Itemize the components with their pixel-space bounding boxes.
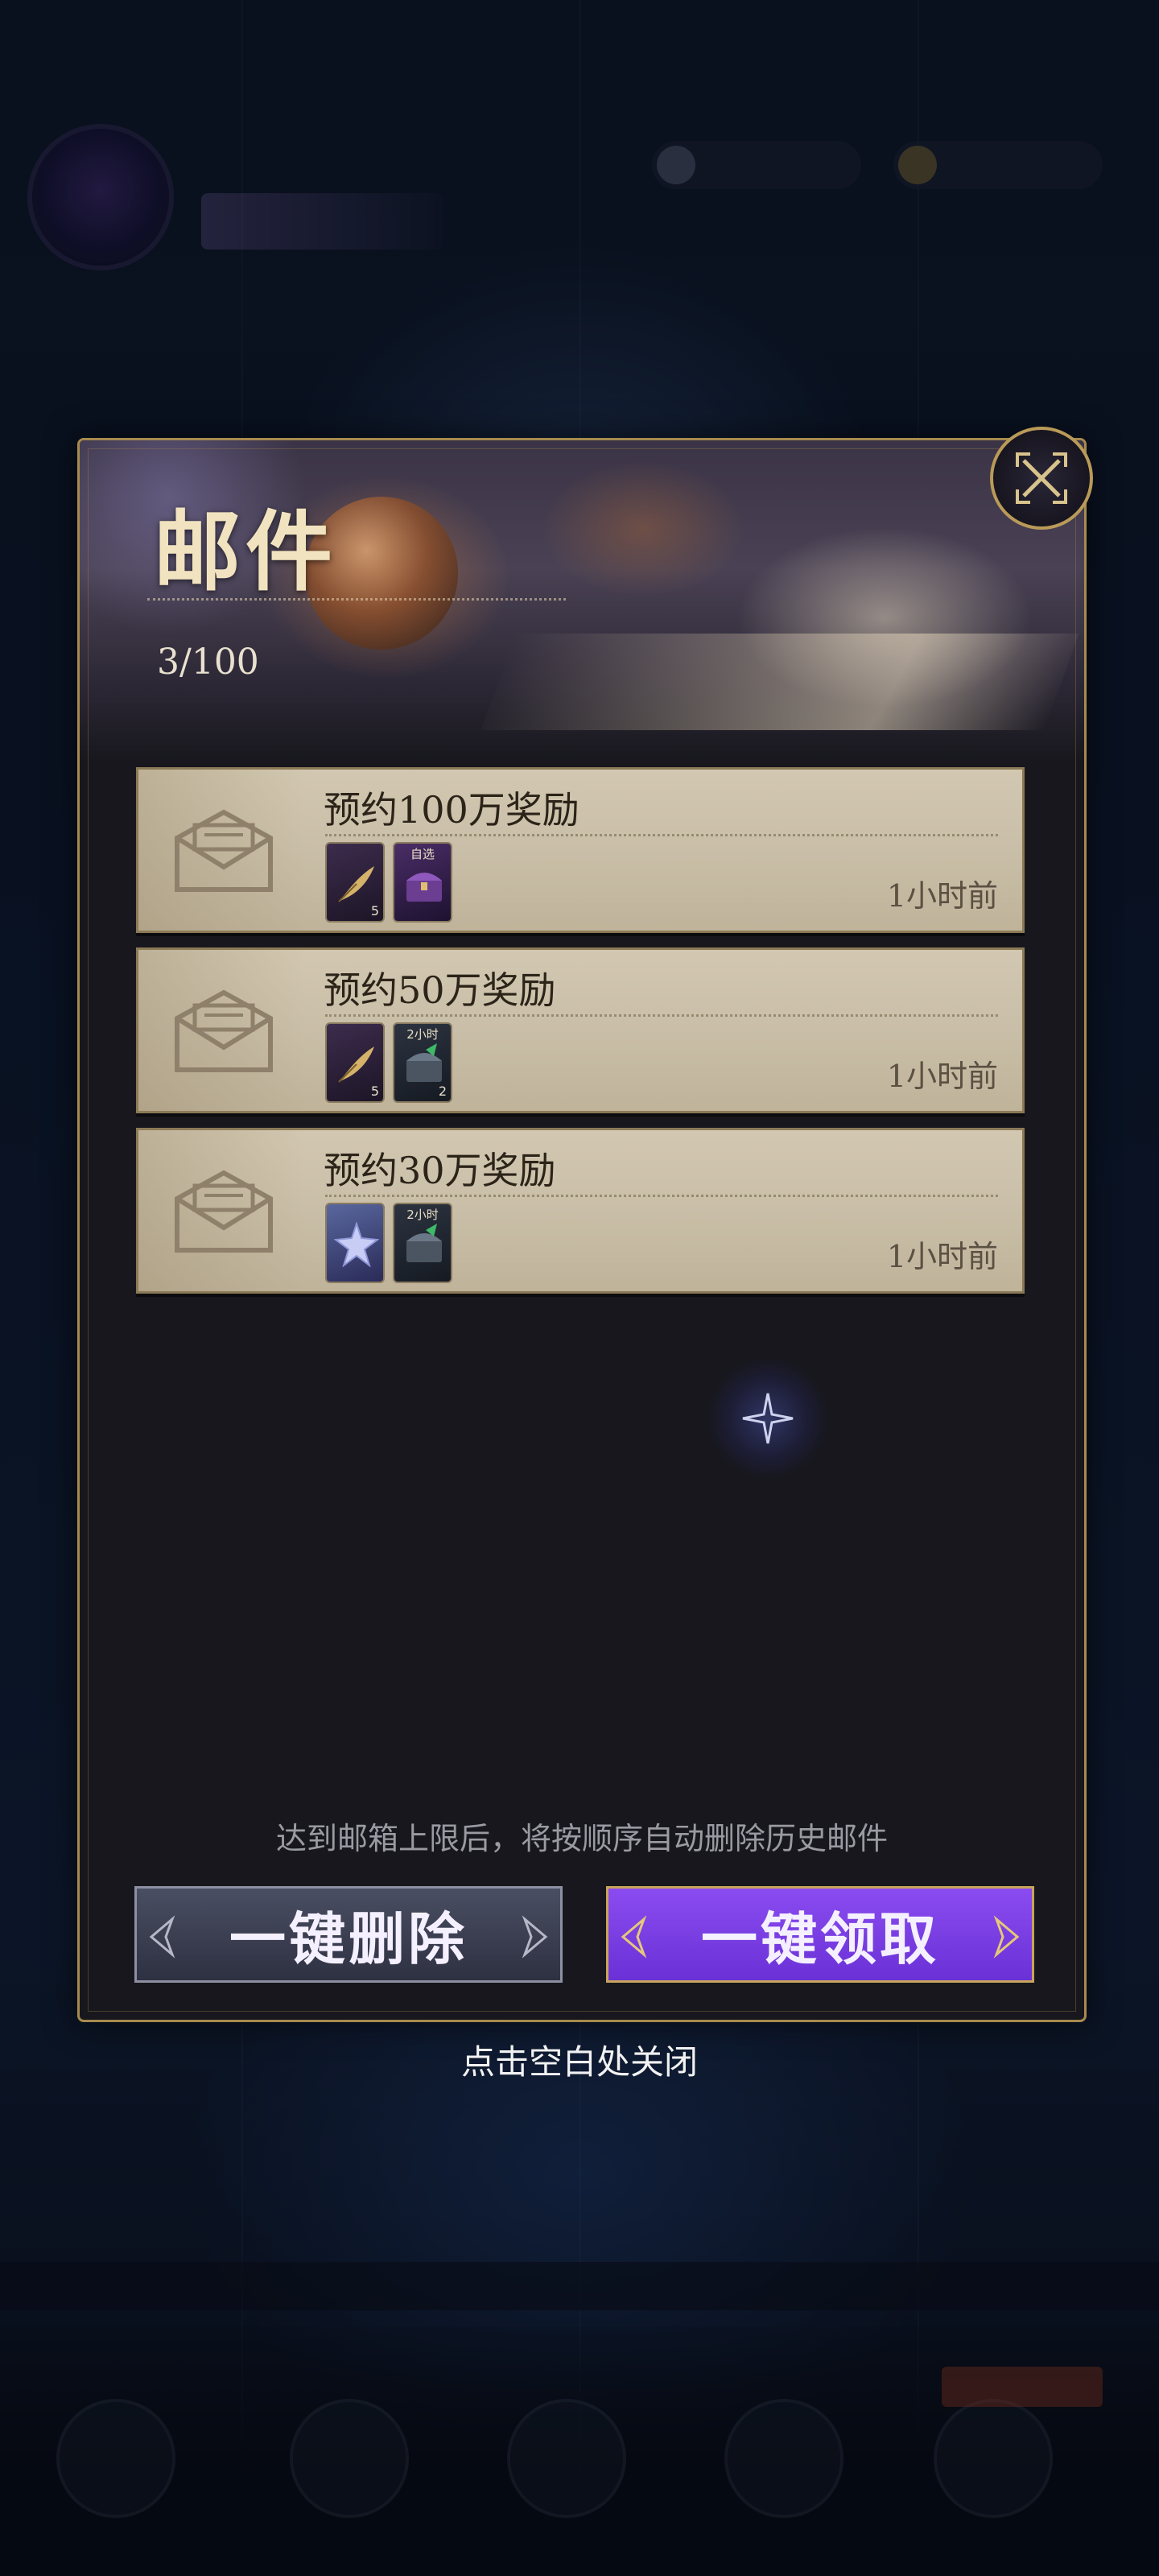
reward-items: 5 2小时 2: [325, 1022, 452, 1103]
mail-divider: [325, 1014, 998, 1017]
mail-panel: 邮件 3/100 预约100万奖励 5 自选 1小时前 预约50万奖励 5 2小…: [77, 438, 1087, 2022]
reward-items: 2小时: [325, 1203, 452, 1283]
close-button[interactable]: [990, 427, 1093, 530]
envelope-icon: [175, 989, 273, 1072]
reward-item[interactable]: 自选: [393, 842, 452, 923]
envelope-icon: [175, 809, 273, 892]
reward-item[interactable]: [325, 1203, 385, 1283]
item-tag: 自选: [410, 847, 435, 861]
delete-all-button[interactable]: 一键删除: [134, 1886, 563, 1983]
treasure-chest-icon: [406, 873, 442, 902]
quill-icon: [338, 866, 374, 902]
item-tag: 2小时: [406, 1027, 439, 1042]
mail-count: 3/100: [157, 642, 259, 683]
reward-items: 5 自选: [325, 842, 452, 923]
reward-item[interactable]: 5: [325, 1022, 385, 1103]
mail-item[interactable]: 预约50万奖励 5 2小时 2 1小时前: [136, 947, 1025, 1113]
treasure-chest-icon: [406, 1043, 442, 1082]
envelope-icon: [175, 1170, 273, 1253]
page-title: 邮件: [154, 502, 338, 603]
title-divider: [147, 598, 566, 601]
ornament-icon: [993, 1915, 1020, 1959]
close-x-icon: [1016, 452, 1067, 504]
mail-time: 1小时前: [886, 878, 998, 914]
claim-all-label: 一键领取: [701, 1905, 939, 1972]
tap-outside-close-hint: 点击空白处关闭: [460, 2042, 698, 2082]
reward-item[interactable]: 5: [325, 842, 385, 923]
mail-item[interactable]: 预约30万奖励 2小时 1小时前: [136, 1128, 1025, 1294]
mailbox-limit-note: 达到邮箱上限后，将按顺序自动删除历史邮件: [275, 1821, 888, 1856]
mail-divider: [325, 1195, 998, 1197]
papers-decoration: [481, 634, 1079, 730]
star-crystal-icon: [334, 1222, 379, 1267]
mail-divider: [325, 834, 998, 836]
mail-item[interactable]: 预约100万奖励 5 自选 1小时前: [136, 767, 1025, 933]
claim-all-button[interactable]: 一键领取: [606, 1886, 1034, 1983]
mail-title: 预约50万奖励: [324, 968, 556, 1012]
ornament-icon: [621, 1915, 647, 1959]
item-quantity: 5: [370, 1084, 379, 1099]
treasure-chest-icon: [406, 1224, 442, 1262]
item-quantity: 5: [370, 903, 379, 919]
delete-all-label: 一键删除: [229, 1905, 468, 1972]
item-quantity: 2: [438, 1084, 447, 1099]
ornament-icon: [522, 1915, 548, 1959]
mail-time: 1小时前: [886, 1059, 998, 1094]
sparkle-icon: [742, 1393, 794, 1444]
reward-item[interactable]: 2小时: [393, 1203, 452, 1283]
ornament-icon: [149, 1915, 175, 1959]
sparkle-decoration: [707, 1358, 828, 1479]
quill-icon: [338, 1046, 374, 1083]
reward-item[interactable]: 2小时 2: [393, 1022, 452, 1103]
mail-title: 预约100万奖励: [324, 788, 580, 832]
item-tag: 2小时: [406, 1208, 439, 1222]
mail-list: 预约100万奖励 5 自选 1小时前 预约50万奖励 5 2小时 2 1小时前 …: [136, 767, 1025, 1308]
mail-title: 预约30万奖励: [324, 1149, 556, 1192]
mail-time: 1小时前: [886, 1239, 998, 1274]
